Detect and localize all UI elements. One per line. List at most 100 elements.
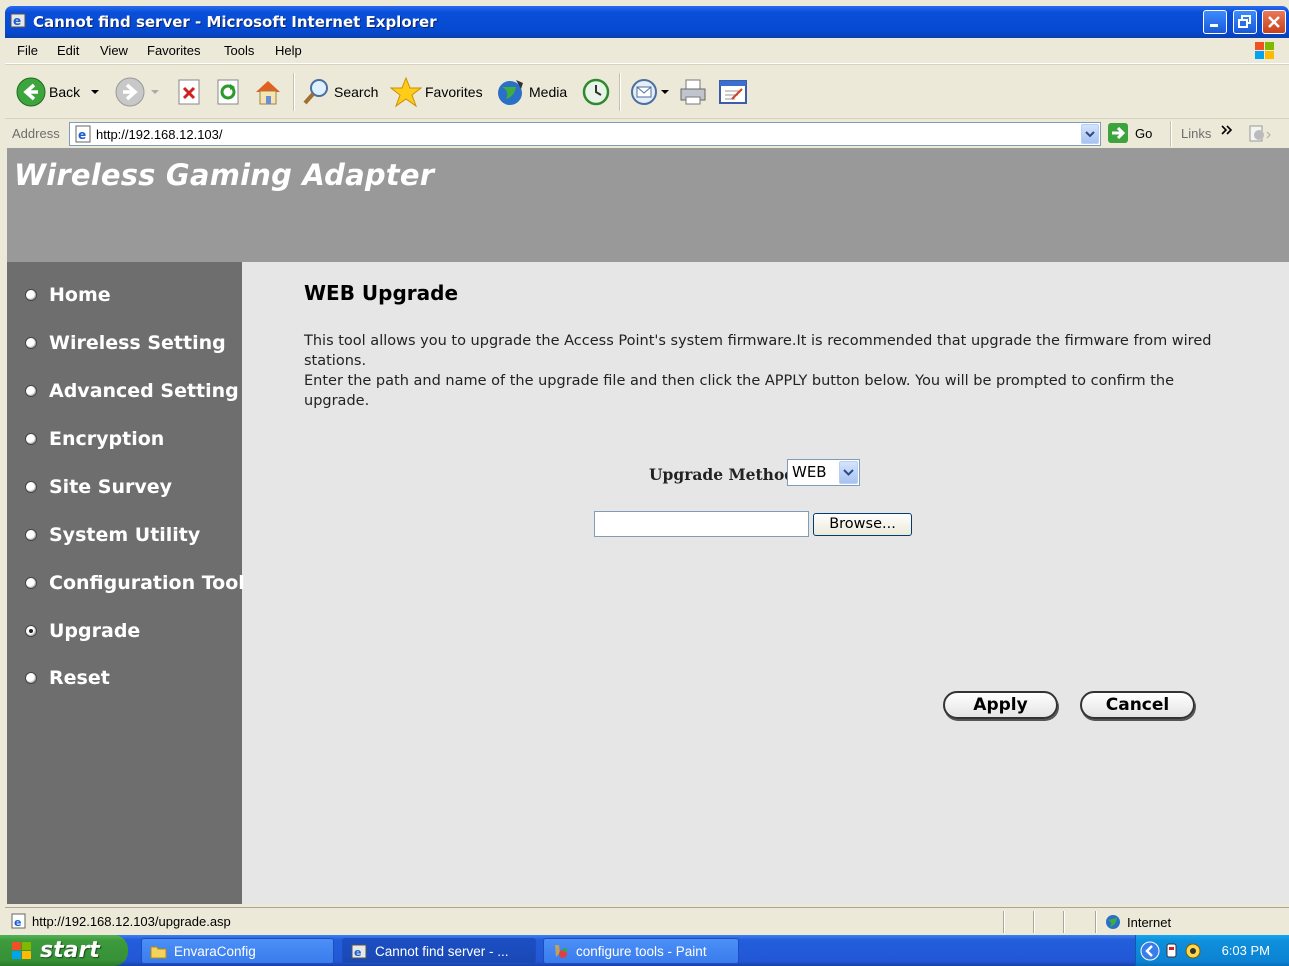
system-tray: 6:03 PM [1135,935,1289,966]
browse-button[interactable]: Browse... [813,513,912,536]
menu-bar: File Edit View Favorites Tools Help [5,38,1289,64]
media-button[interactable]: Media [496,65,567,119]
nav-item-wireless-setting[interactable]: Wireless Setting [25,332,226,354]
history-icon [582,78,610,106]
bullet-icon [25,433,37,445]
nav-label: Home [49,284,111,306]
ie-window: e Cannot find server - Microsoft Interne… [0,0,1289,966]
mail-button[interactable] [629,65,669,119]
windows-logo-icon [1255,42,1274,59]
file-path-input[interactable] [594,511,809,537]
favorites-star-icon [390,76,422,108]
nav-item-encryption[interactable]: Encryption [25,428,164,450]
stop-button[interactable] [176,65,202,119]
bullet-icon [25,577,37,589]
start-button[interactable]: start [0,935,128,966]
media-label: Media [529,84,568,100]
bullet-active-icon [25,625,37,637]
minimize-icon [1210,24,1218,27]
stop-icon [178,79,200,105]
cancel-button[interactable]: Cancel [1080,691,1195,719]
print-button[interactable] [678,65,708,119]
svg-text:e: e [14,916,21,929]
refresh-button[interactable] [215,65,241,119]
status-divider [1033,911,1035,933]
search-button[interactable]: Search [301,65,378,119]
menu-help[interactable]: Help [275,43,302,58]
address-input[interactable]: e http://192.168.12.103/ [69,122,1101,146]
home-button[interactable] [253,65,283,119]
sidebar-nav: Home Wireless Setting Advanced Setting E… [7,262,245,904]
menu-tools[interactable]: Tools [224,43,254,58]
taskbar-item-envaraconfig[interactable]: EnvaraConfig [141,938,334,964]
toolbar-separator [1170,121,1172,147]
speaker-tray-icon[interactable] [1183,942,1203,960]
minimize-button[interactable] [1203,10,1227,34]
menu-favorites[interactable]: Favorites [147,43,200,58]
media-globe-icon [498,80,523,105]
edit-button[interactable] [718,65,748,119]
go-arrow-icon [1108,123,1128,143]
go-label: Go [1135,125,1153,141]
page-header: Wireless Gaming Adapter [7,148,1289,262]
windows-taskbar: start EnvaraConfig e Cannot find server … [0,935,1289,966]
links-label[interactable]: Links [1181,126,1211,141]
nav-label: Configuration Tool [49,572,245,594]
folder-icon [150,946,167,958]
taskbar-clock: 6:03 PM [1221,943,1270,958]
chevron-down-icon [1085,131,1095,138]
nav-label: System Utility [49,524,201,546]
print-icon [680,79,706,105]
nav-item-site-survey[interactable]: Site Survey [25,476,172,498]
nav-item-upgrade[interactable]: Upgrade [25,620,140,642]
nav-item-configuration-tool[interactable]: Configuration Tool [25,572,245,594]
history-button[interactable] [581,65,611,119]
back-label: Back [49,84,81,100]
close-button[interactable] [1262,10,1286,34]
status-bar: e http://192.168.12.103/upgrade.asp Inte… [5,907,1289,935]
bullet-icon [25,289,37,301]
security-zone-label: Internet [1127,914,1172,930]
select-dropdown-button[interactable] [839,461,858,484]
restore-icon [1238,15,1251,28]
menu-edit[interactable]: Edit [57,43,79,58]
browser-toolbar: Back Search Favorites Media [5,64,1289,118]
restore-button[interactable] [1233,10,1257,34]
upgrade-method-select[interactable]: WEB [787,459,860,486]
taskbar-item-paint[interactable]: configure tools - Paint [543,938,739,964]
back-button[interactable]: Back [16,65,100,119]
show-hidden-icons-button[interactable] [1140,941,1160,961]
go-button[interactable]: Go [1107,122,1152,144]
nav-item-advanced-setting[interactable]: Advanced Setting [25,380,239,402]
page-icon: e [11,913,26,929]
favorites-button[interactable]: Favorites [390,65,483,119]
bullet-icon [25,385,37,397]
nav-label: Encryption [49,428,165,450]
bullet-icon [25,481,37,493]
home-icon [256,81,280,105]
taskbar-item-ie[interactable]: e Cannot find server - ... [342,938,536,964]
chevron-right-double-icon[interactable] [1221,124,1233,136]
nav-item-home[interactable]: Home [25,284,111,306]
nav-item-system-utility[interactable]: System Utility [25,524,200,546]
window-titlebar[interactable]: e Cannot find server - Microsoft Interne… [5,6,1289,38]
status-divider [1003,911,1005,933]
bullet-icon [25,672,37,684]
menu-view[interactable]: View [100,43,128,58]
mail-icon [631,79,657,105]
svg-text:e: e [354,946,361,959]
apply-button[interactable]: Apply [943,691,1058,719]
favorites-label: Favorites [425,84,483,100]
forward-button[interactable] [115,65,159,119]
network-tray-icon[interactable] [1164,942,1180,960]
nav-item-reset[interactable]: Reset [25,667,110,689]
menu-file[interactable]: File [17,43,38,58]
security-zone: Internet [1105,914,1171,930]
nav-label: Site Survey [49,476,173,498]
close-icon [1268,16,1280,28]
back-arrow-icon [16,77,46,107]
links-page-icon[interactable] [1247,124,1273,144]
address-dropdown-button[interactable] [1081,124,1099,144]
dropdown-arrow-icon [91,90,100,94]
status-divider [1095,911,1097,933]
